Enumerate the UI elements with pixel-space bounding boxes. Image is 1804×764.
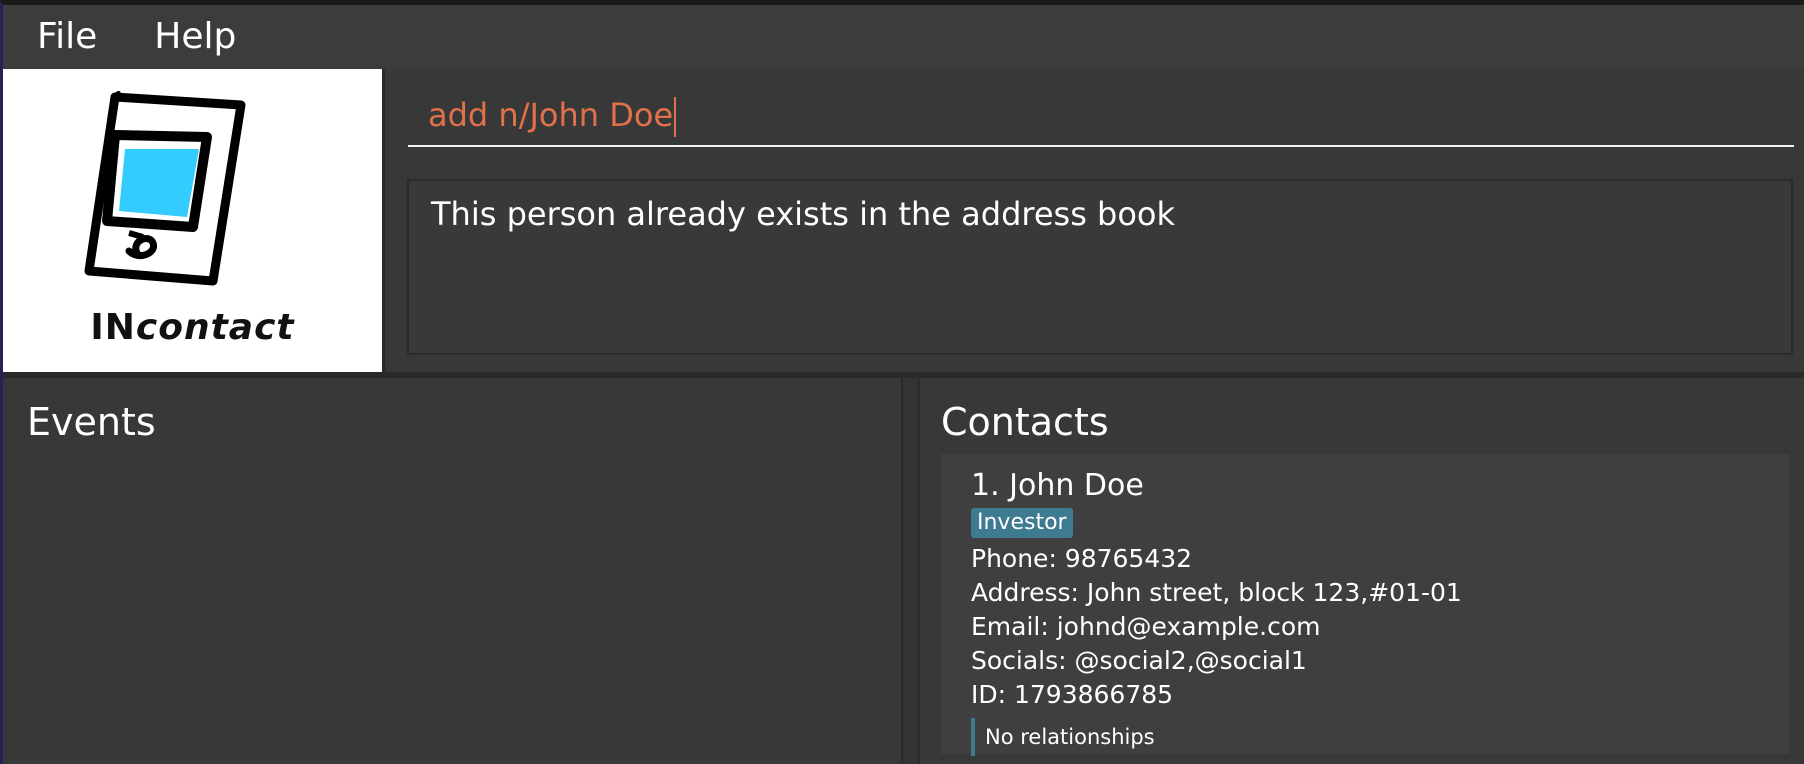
contact-tag: Investor [971, 508, 1073, 538]
contact-relationships: No relationships [971, 718, 1789, 756]
contacts-panel: Contacts 1. John Doe Investor Phone: 987… [920, 378, 1804, 764]
command-area: add n/John Doe This person already exist… [382, 69, 1804, 372]
contact-id: ID: 1793866785 [971, 680, 1174, 709]
menu-help[interactable]: Help [114, 5, 253, 69]
events-title: Events [27, 400, 156, 444]
contact-socials: Socials: @social2,@social1 [971, 646, 1307, 675]
app-logo: INcontact [3, 69, 382, 372]
result-display: This person already exists in the addres… [407, 179, 1793, 355]
app-window: File Help INcontact add n/John Doe This … [0, 0, 1804, 764]
contact-phone: Phone: 98765432 [971, 544, 1193, 573]
events-panel: Events [3, 378, 901, 764]
split-pane-divider[interactable] [901, 378, 920, 764]
command-text: add n/John Doe [428, 96, 674, 134]
logo-wordmark: INcontact [90, 307, 295, 348]
contact-address: Address: John street, block 123,#01-01 [971, 578, 1462, 607]
device-logo-icon [84, 91, 246, 286]
menu-bar: File Help [3, 5, 1804, 69]
command-input[interactable]: add n/John Doe [408, 83, 1794, 147]
contacts-title: Contacts [941, 400, 1109, 444]
text-caret [674, 97, 677, 137]
result-message: This person already exists in the addres… [431, 195, 1176, 233]
contact-name: 1. John Doe [971, 468, 1144, 503]
contact-card[interactable]: 1. John Doe Investor Phone: 98765432 Add… [941, 454, 1789, 756]
contact-email: Email: johnd@example.com [971, 612, 1321, 641]
menu-file[interactable]: File [3, 5, 114, 69]
